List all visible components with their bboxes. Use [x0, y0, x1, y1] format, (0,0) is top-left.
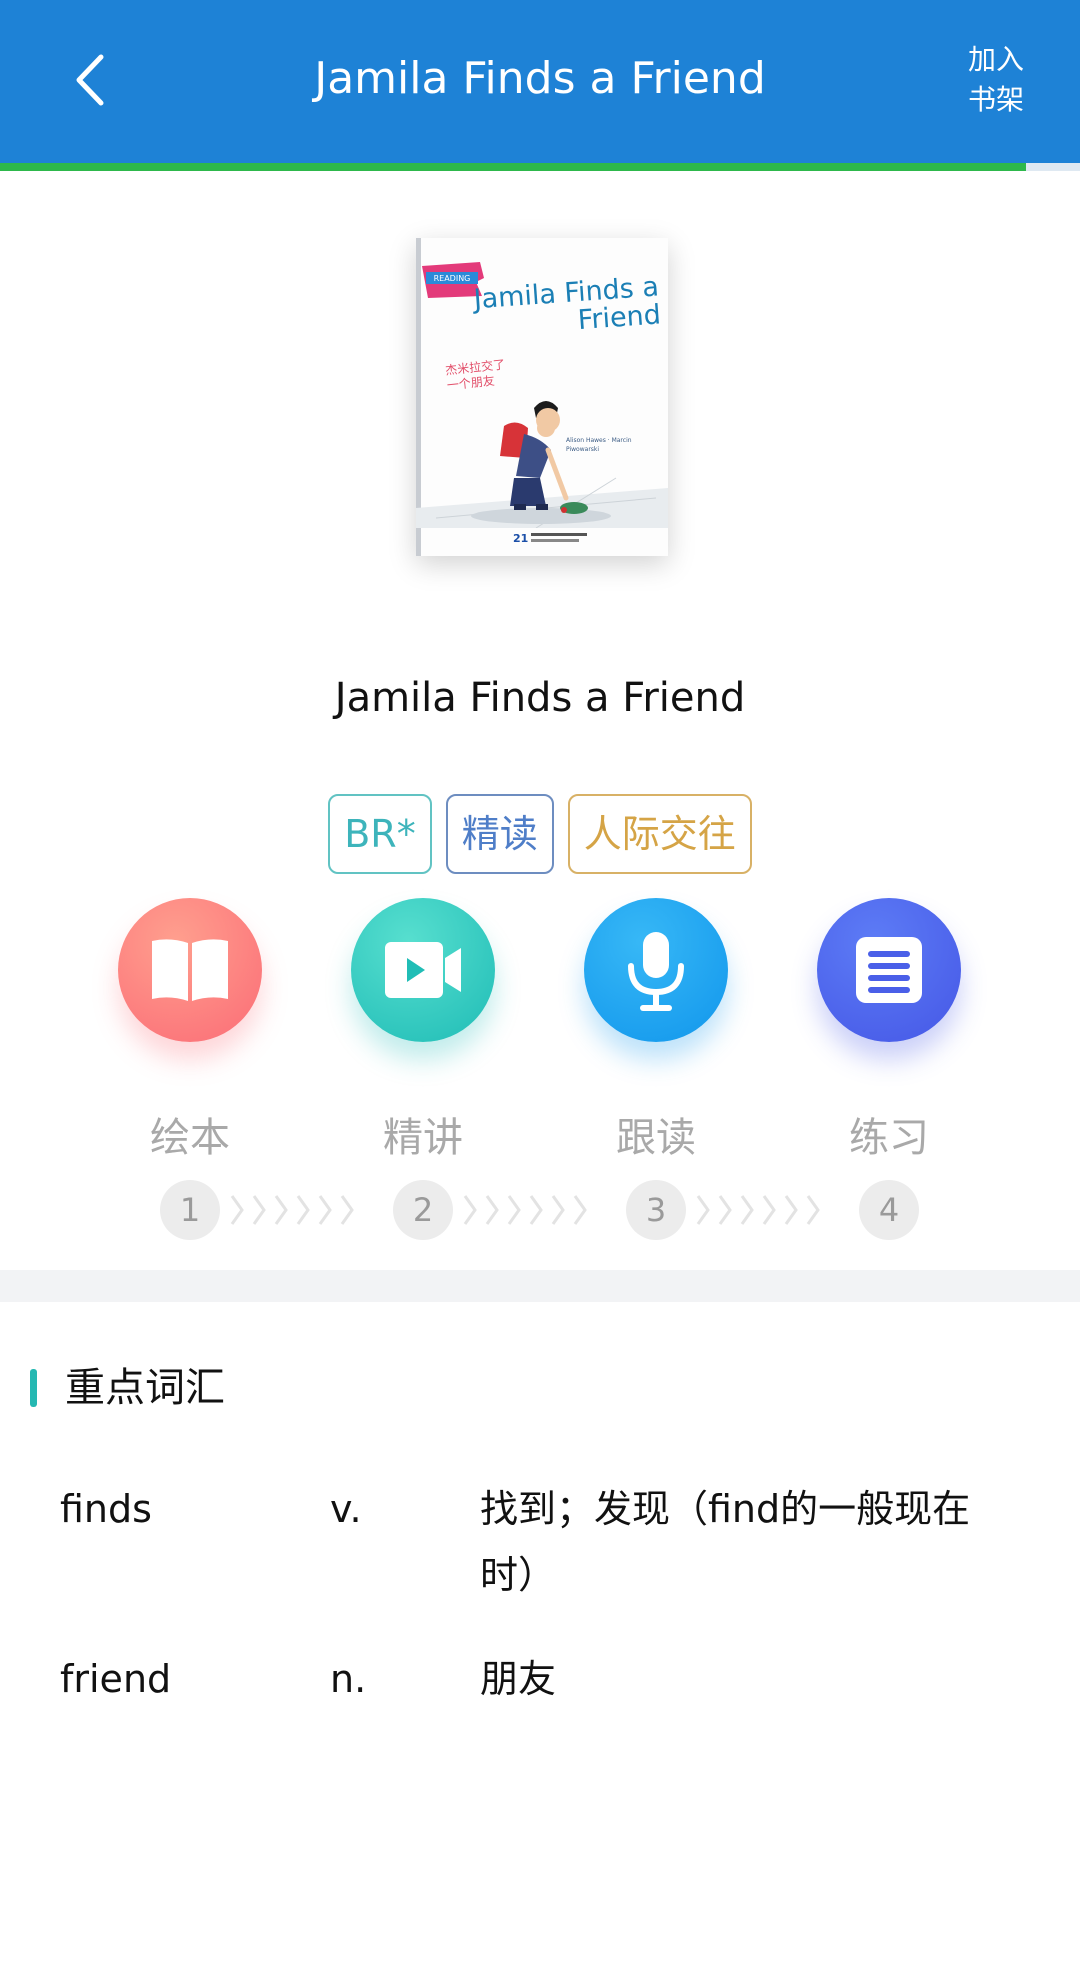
book-title: Jamila Finds a Friend — [334, 675, 746, 721]
book-cover[interactable]: READING Jamila Finds a Friend 杰米拉交了一个朋友 … — [416, 238, 668, 556]
step-number-1: 1 — [160, 1180, 220, 1240]
tag-list: BR* 精读 人际交往 — [0, 794, 1080, 874]
exercise-button[interactable] — [817, 898, 961, 1042]
section-accent-bar — [30, 1369, 37, 1407]
step-number-3: 3 — [626, 1180, 686, 1240]
add-to-shelf-label-1: 加入 — [967, 43, 1024, 76]
video-icon — [385, 942, 461, 998]
vocab-part-of-speech: v. — [330, 1487, 362, 1531]
step-connector-1-icon — [230, 1195, 354, 1225]
picture-book-button[interactable] — [118, 898, 262, 1042]
cover-badge-text: READING — [434, 274, 471, 283]
vocab-meaning: 朋友 — [480, 1657, 557, 1701]
document-icon — [856, 937, 922, 1003]
vocab-part-of-speech: n. — [330, 1657, 367, 1701]
book-icon — [152, 939, 228, 1001]
vocab-word: finds — [60, 1487, 152, 1531]
reading-progress-fill — [0, 163, 1026, 171]
step-connector-3-icon — [696, 1195, 820, 1225]
cover-credits: Alison Hawes · Marcin Piwowarski — [566, 437, 632, 453]
microphone-icon — [628, 932, 684, 1011]
top-bar: Jamila Finds a Friend 加入 书架 — [0, 0, 1080, 163]
follow-reading-button[interactable] — [584, 898, 728, 1042]
cover-title: Jamila Finds a Friend — [472, 271, 662, 337]
step-number-2: 2 — [393, 1180, 453, 1240]
add-to-shelf-label-2: 书架 — [967, 83, 1024, 116]
tag-topic[interactable]: 人际交往 — [567, 794, 752, 874]
add-to-shelf-button[interactable]: 加入 书架 — [964, 40, 1028, 120]
vocab-section-title: 重点词汇 — [65, 1365, 225, 1411]
section-divider — [0, 1270, 1080, 1302]
step-number-4: 4 — [859, 1180, 919, 1240]
step-label-exercise: 练习 — [849, 1115, 929, 1161]
publisher-logo: 21 — [513, 532, 587, 545]
svg-text:21: 21 — [513, 532, 528, 545]
vocab-meaning: 找到；发现（find的一般现在时） — [480, 1487, 971, 1597]
vocab-word: friend — [60, 1657, 172, 1701]
step-label-explanation: 精讲 — [383, 1115, 463, 1161]
back-arrow-icon — [76, 54, 104, 106]
cover-illustration — [416, 401, 668, 528]
tag-intensive-reading[interactable]: 精读 — [445, 794, 554, 874]
explanation-video-button[interactable] — [351, 898, 495, 1042]
page-title: Jamila Finds a Friend — [314, 53, 766, 104]
reading-progress-bar — [0, 163, 1080, 171]
vocab-section-header: 重点词汇 — [30, 1360, 225, 1416]
tag-level[interactable]: BR* — [328, 794, 432, 874]
step-label-picture-book: 绘本 — [150, 1115, 230, 1161]
step-label-follow-reading: 跟读 — [616, 1115, 696, 1161]
back-button[interactable] — [60, 50, 120, 110]
step-connector-2-icon — [463, 1195, 587, 1225]
